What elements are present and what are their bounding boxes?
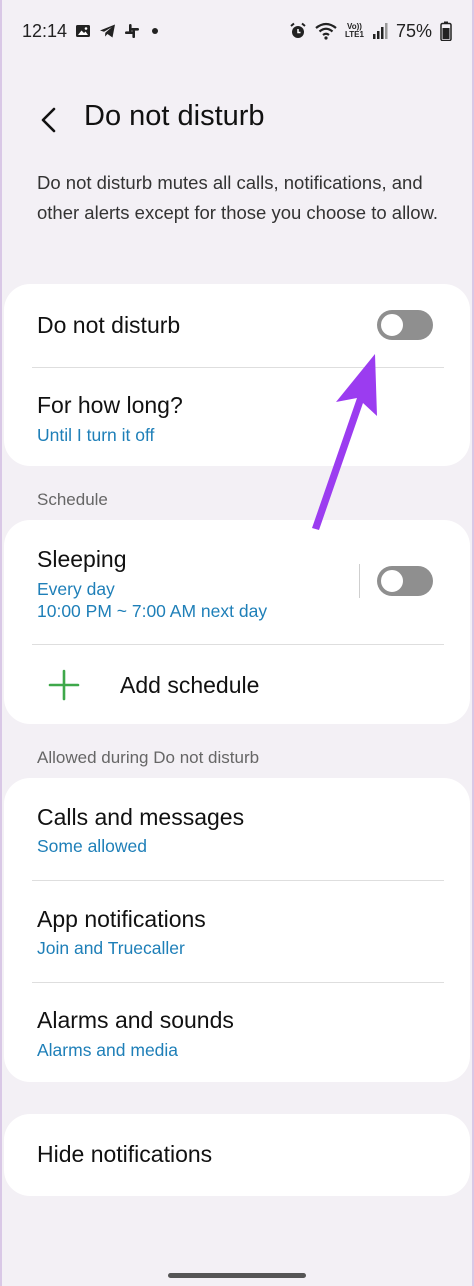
page-title: Do not disturb bbox=[84, 100, 265, 132]
app-bar: Do not disturb bbox=[0, 92, 474, 148]
volte-icon: Vo)) LTE1 bbox=[345, 22, 364, 39]
status-bar-left: 12:14 bbox=[22, 21, 162, 42]
allowed-item-subtitle: Some allowed bbox=[37, 836, 147, 856]
toggle-knob bbox=[379, 312, 405, 338]
dot-icon bbox=[148, 24, 162, 38]
dnd-card: Do not disturb For how long? Until I tur… bbox=[4, 284, 470, 466]
schedule-toggle-switch[interactable] bbox=[377, 566, 433, 596]
schedule-card: Sleeping Every day 10:00 PM ~ 7:00 AM ne… bbox=[4, 520, 470, 724]
allowed-item-app-notifications[interactable]: App notifications Join and Truecaller bbox=[4, 881, 470, 982]
vertical-divider bbox=[359, 564, 360, 598]
dnd-toggle-row[interactable]: Do not disturb bbox=[4, 284, 470, 367]
status-time: 12:14 bbox=[22, 20, 68, 41]
hide-notifications-label: Hide notifications bbox=[37, 1141, 213, 1167]
allowed-item-title: Alarms and sounds bbox=[37, 1007, 234, 1033]
schedule-item-title: Sleeping bbox=[37, 546, 127, 572]
dnd-toggle-switch[interactable] bbox=[377, 310, 433, 340]
back-button[interactable] bbox=[30, 102, 66, 138]
allowed-section-label: Allowed during Do not disturb bbox=[37, 748, 260, 767]
duration-row[interactable]: For how long? Until I turn it off bbox=[4, 368, 470, 466]
image-icon bbox=[75, 23, 91, 39]
status-bar: 12:14 Vo)) LTE1 75% bbox=[0, 0, 474, 62]
slack-icon bbox=[124, 23, 140, 39]
telegram-icon bbox=[99, 23, 116, 39]
toggle-knob bbox=[379, 568, 405, 594]
add-schedule-label: Add schedule bbox=[120, 672, 260, 698]
duration-value: Until I turn it off bbox=[37, 425, 155, 445]
schedule-item-time: 10:00 PM ~ 7:00 AM next day bbox=[37, 601, 268, 621]
signal-icon bbox=[372, 22, 388, 40]
wifi-icon bbox=[315, 22, 337, 40]
plus-icon bbox=[48, 669, 80, 706]
allowed-item-title: Calls and messages bbox=[37, 804, 245, 830]
alarm-icon bbox=[289, 22, 307, 40]
chevron-left-icon bbox=[41, 107, 56, 133]
battery-icon bbox=[440, 21, 452, 41]
page-description: Do not disturb mutes all calls, notifica… bbox=[37, 172, 439, 223]
schedule-item-sleeping[interactable]: Sleeping Every day 10:00 PM ~ 7:00 AM ne… bbox=[4, 520, 470, 644]
hide-notifications-card[interactable]: Hide notifications bbox=[4, 1114, 470, 1196]
schedule-section-label: Schedule bbox=[37, 490, 108, 509]
status-bar-right: Vo)) LTE1 75% bbox=[289, 21, 452, 42]
schedule-item-days: Every day bbox=[37, 579, 115, 599]
allowed-item-title: App notifications bbox=[37, 906, 206, 932]
duration-label: For how long? bbox=[37, 392, 183, 418]
allowed-item-subtitle: Alarms and media bbox=[37, 1040, 179, 1060]
add-schedule-button[interactable]: Add schedule bbox=[4, 645, 470, 724]
home-indicator bbox=[168, 1273, 306, 1278]
allowed-card: Calls and messages Some allowed App noti… bbox=[4, 778, 470, 1082]
battery-percent: 75% bbox=[395, 20, 432, 41]
allowed-item-calls[interactable]: Calls and messages Some allowed bbox=[4, 778, 470, 880]
allowed-item-subtitle: Join and Truecaller bbox=[37, 938, 185, 958]
dnd-toggle-label: Do not disturb bbox=[37, 312, 181, 338]
allowed-item-alarms[interactable]: Alarms and sounds Alarms and media bbox=[4, 983, 470, 1082]
